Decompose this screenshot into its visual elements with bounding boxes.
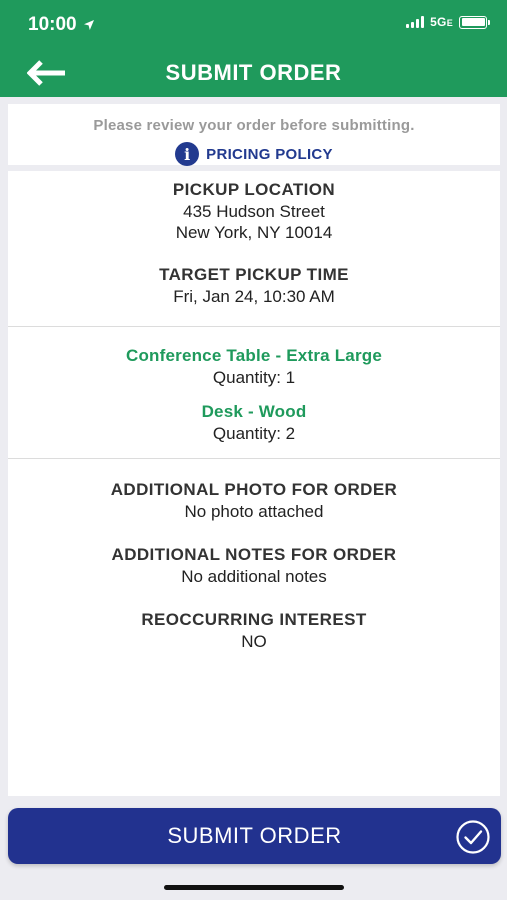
status-indicators: 5GE bbox=[406, 15, 490, 29]
network-label: 5GE bbox=[430, 15, 453, 29]
item-quantity: Quantity: 1 bbox=[212, 368, 296, 387]
location-arrow-icon bbox=[83, 20, 94, 30]
divider bbox=[8, 458, 500, 459]
app-header: 10:00 5GE SUBMIT ORDER bbox=[0, 0, 507, 97]
page-title: SUBMIT ORDER bbox=[165, 60, 342, 85]
additional-notes-section: ADDITIONAL NOTES FOR ORDER No additional… bbox=[8, 544, 500, 587]
additional-photo-label: ADDITIONAL PHOTO FOR ORDER bbox=[110, 480, 398, 499]
additional-photo-value: No photo attached bbox=[184, 502, 324, 521]
pickup-location-section: PICKUP LOCATION 435 Hudson Street New Yo… bbox=[8, 179, 500, 243]
reoccurring-interest-section: REOCCURRING INTEREST NO bbox=[8, 609, 500, 652]
submit-order-label: SUBMIT ORDER bbox=[167, 823, 342, 848]
review-notice-text: Please review your order before submitti… bbox=[93, 117, 415, 134]
item-name: Desk - Wood bbox=[201, 402, 307, 421]
signal-bars-icon bbox=[406, 16, 425, 28]
divider bbox=[8, 326, 500, 327]
submit-order-button[interactable]: SUBMIT ORDER bbox=[8, 808, 501, 864]
reoccurring-interest-value: NO bbox=[241, 632, 267, 651]
address-line-2: New York, NY 10014 bbox=[175, 223, 333, 242]
review-notice-card: Please review your order before submitti… bbox=[8, 104, 500, 166]
order-item: Desk - Wood Quantity: 2 bbox=[8, 401, 500, 444]
additional-notes-value: No additional notes bbox=[181, 567, 327, 586]
pickup-time-value: Fri, Jan 24, 10:30 AM bbox=[173, 287, 335, 306]
status-time-text: 10:00 bbox=[28, 14, 77, 35]
order-details-card: PICKUP LOCATION 435 Hudson Street New Yo… bbox=[8, 171, 500, 796]
battery-icon bbox=[459, 15, 490, 29]
additional-photo-section: ADDITIONAL PHOTO FOR ORDER No photo atta… bbox=[8, 479, 500, 522]
check-circle-icon bbox=[456, 820, 490, 854]
home-indicator[interactable] bbox=[164, 885, 344, 890]
pricing-policy-label: PRICING POLICY bbox=[206, 145, 333, 163]
pickup-time-section: TARGET PICKUP TIME Fri, Jan 24, 10:30 AM bbox=[8, 264, 500, 307]
status-time: 10:00 bbox=[28, 14, 95, 36]
info-icon: i bbox=[175, 142, 200, 166]
item-quantity: Quantity: 2 bbox=[212, 424, 296, 443]
additional-notes-label: ADDITIONAL NOTES FOR ORDER bbox=[111, 545, 397, 564]
item-name: Conference Table - Extra Large bbox=[125, 346, 383, 365]
address-line-1: 435 Hudson Street bbox=[183, 202, 325, 221]
pickup-location-label: PICKUP LOCATION bbox=[172, 180, 336, 199]
pickup-time-label: TARGET PICKUP TIME bbox=[159, 265, 349, 284]
order-item: Conference Table - Extra Large Quantity:… bbox=[8, 345, 500, 388]
reoccurring-interest-label: REOCCURRING INTEREST bbox=[141, 610, 367, 629]
pricing-policy-link[interactable]: i PRICING POLICY bbox=[8, 142, 500, 166]
status-bar: 10:00 5GE bbox=[0, 0, 507, 46]
